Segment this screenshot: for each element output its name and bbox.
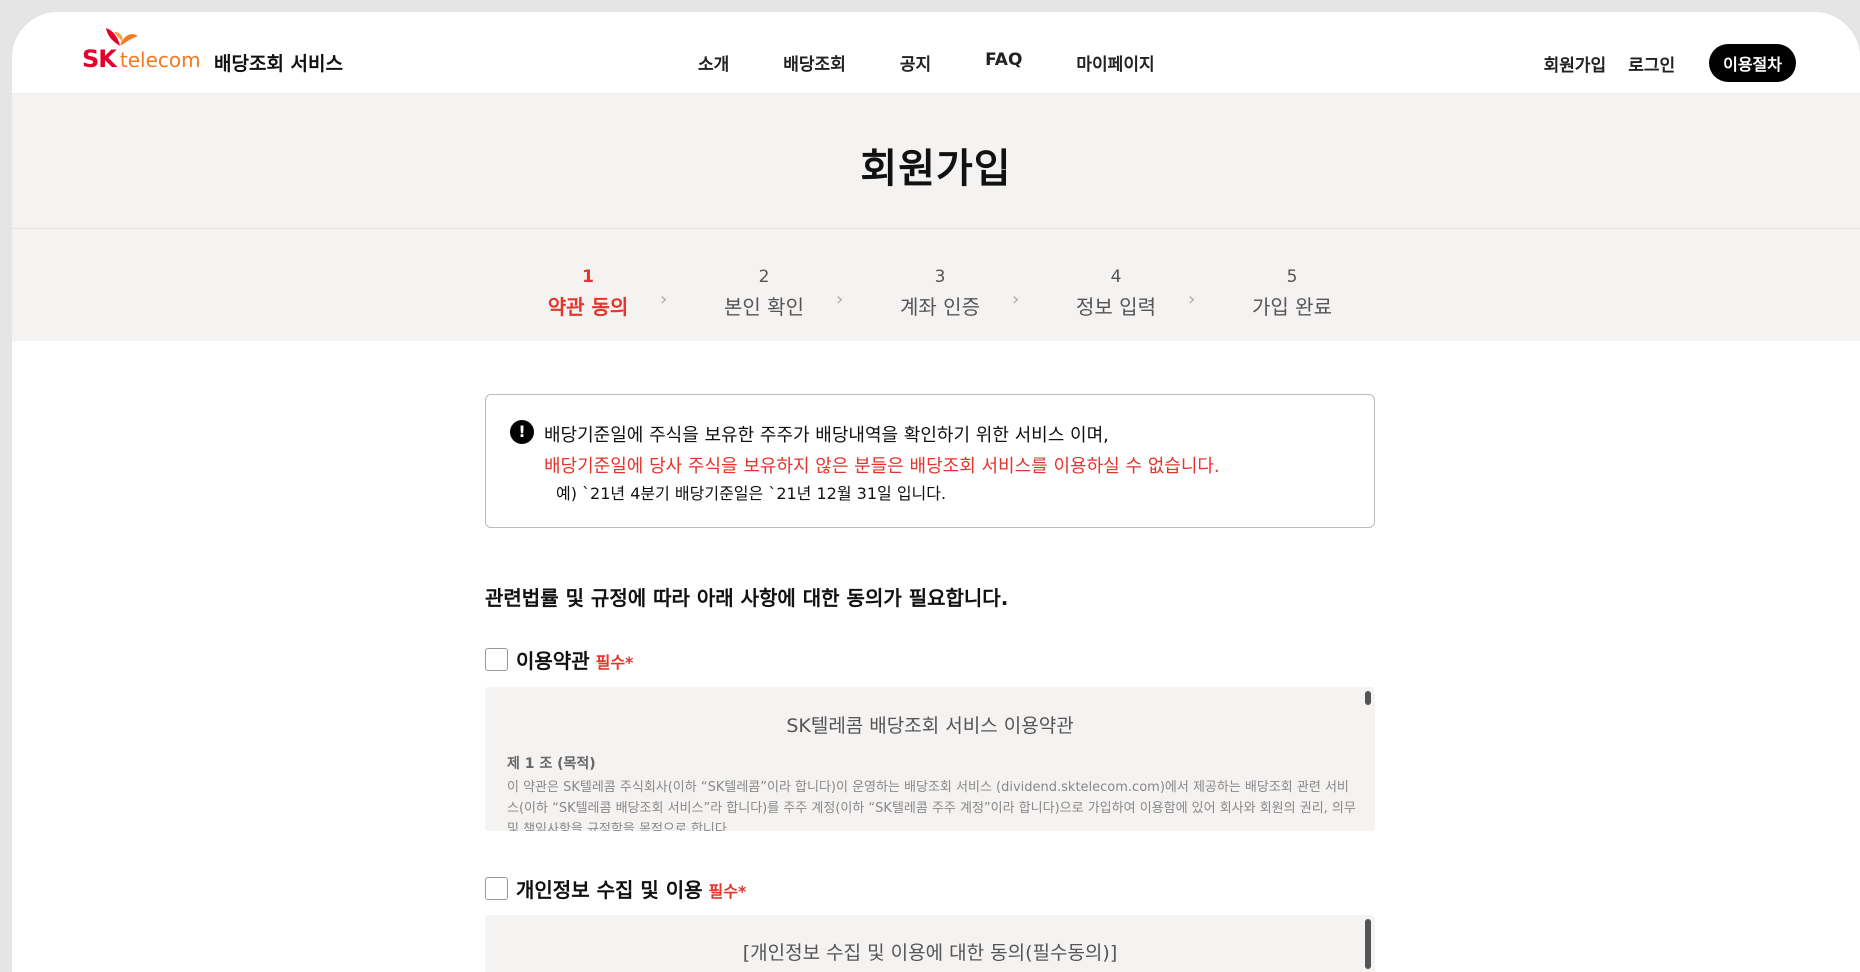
step-number: 5 [1286, 267, 1298, 287]
privacy-box-title: [개인정보 수집 및 이용에 대한 동의(필수동의)] [742, 942, 1118, 964]
step-1: 1 약관 동의 [523, 267, 653, 320]
notice-text: 배당기준일에 주식을 보유한 주주가 배당내역을 확인하기 위한 서비스 이며, [544, 425, 1109, 446]
site-header: SK telecom 배당조회 서비스 소개 배당조회 공지 FAQ 마이페이지… [12, 12, 1860, 94]
terms-of-use-row: 이용약관 필수* [485, 645, 633, 674]
step-4: 4 정보 입력 [1051, 267, 1181, 320]
terms-of-use-content[interactable]: SK텔레콤 배당조회 서비스 이용약관 제 1 조 (목적) 이 약관은 SK텔… [485, 687, 1375, 831]
step-number: 1 [582, 267, 594, 287]
terms-box-title: SK텔레콤 배당조회 서비스 이용약관 [786, 715, 1074, 737]
title-band: 회원가입 [12, 94, 1860, 229]
service-name: 배당조회 서비스 [214, 53, 343, 75]
nav-item-faq[interactable]: FAQ [985, 50, 1022, 75]
step-label: 정보 입력 [1076, 295, 1156, 319]
privacy-consent-title: 개인정보 수집 및 이용 [516, 878, 703, 902]
browser-frame: SK telecom 배당조회 서비스 소개 배당조회 공지 FAQ 마이페이지… [12, 12, 1860, 972]
nav-item-about[interactable]: 소개 [698, 50, 729, 75]
step-label: 가입 완료 [1252, 295, 1332, 319]
step-number: 4 [1110, 267, 1122, 287]
page-title: 회원가입 [860, 146, 1012, 192]
chevron-right-icon: › [660, 289, 668, 310]
butterfly-logo-icon [106, 28, 138, 46]
main-navigation: 소개 배당조회 공지 FAQ 마이페이지 [698, 50, 1209, 75]
nav-item-dividend[interactable]: 배당조회 [783, 50, 846, 75]
notice-warning-text: 배당기준일에 당사 주식을 보유하지 않은 분들은 배당조회 서비스를 이용하실… [544, 456, 1220, 477]
login-link[interactable]: 로그인 [1628, 51, 1675, 76]
step-2: 2 본인 확인 [699, 267, 829, 320]
terms-of-use-title: 이용약관 [516, 649, 590, 673]
privacy-consent-checkbox[interactable] [485, 877, 508, 900]
terms-of-use-checkbox[interactable] [485, 648, 508, 671]
step-number: 2 [758, 267, 770, 287]
guide-button[interactable]: 이용절차 [1709, 44, 1796, 82]
privacy-consent-content[interactable]: [개인정보 수집 및 이용에 대한 동의(필수동의)] [485, 915, 1375, 972]
step-3: 3 계좌 인증 [875, 267, 1005, 320]
agree-heading: 관련법률 및 규정에 따라 아래 사항에 대한 동의가 필요합니다. [485, 586, 1009, 610]
step-label: 약관 동의 [547, 295, 629, 319]
nav-item-mypage[interactable]: 마이페이지 [1076, 50, 1154, 75]
chevron-right-icon: › [836, 289, 844, 310]
scrollbar-thumb[interactable] [1365, 691, 1371, 705]
step-label: 계좌 인증 [900, 295, 980, 319]
exclamation-icon: ! [510, 420, 534, 444]
article-title: 제 1 조 (목적) [507, 756, 596, 772]
required-badge: 필수* [708, 881, 747, 901]
step-number: 3 [934, 267, 946, 287]
step-indicator: 1 약관 동의 › 2 본인 확인 › 3 계좌 인증 › 4 정보 입력 › … [12, 229, 1860, 341]
utility-menu: 회원가입 로그인 이용절차 [1544, 44, 1796, 82]
chevron-right-icon: › [1012, 289, 1020, 310]
nav-item-notice[interactable]: 공지 [900, 50, 931, 75]
notice-box: ! 배당기준일에 주식을 보유한 주주가 배당내역을 확인하기 위한 서비스 이… [485, 394, 1375, 528]
privacy-consent-row: 개인정보 수집 및 이용 필수* [485, 874, 746, 903]
article-body: 이 약관은 SK텔레콤 주식회사(이하 “SK텔레콤”이라 합니다)이 운영하는… [507, 780, 1356, 831]
step-5: 5 가입 완료 [1227, 267, 1357, 320]
notice-example-text: 예) `21년 4분기 배당기준일은 `21년 12월 31일 입니다. [556, 484, 947, 503]
chevron-right-icon: › [1188, 289, 1196, 310]
required-badge: 필수* [595, 652, 634, 672]
sk-telecom-logo[interactable]: SK telecom [82, 26, 201, 82]
step-label: 본인 확인 [724, 295, 804, 319]
signup-link[interactable]: 회원가입 [1544, 51, 1607, 76]
